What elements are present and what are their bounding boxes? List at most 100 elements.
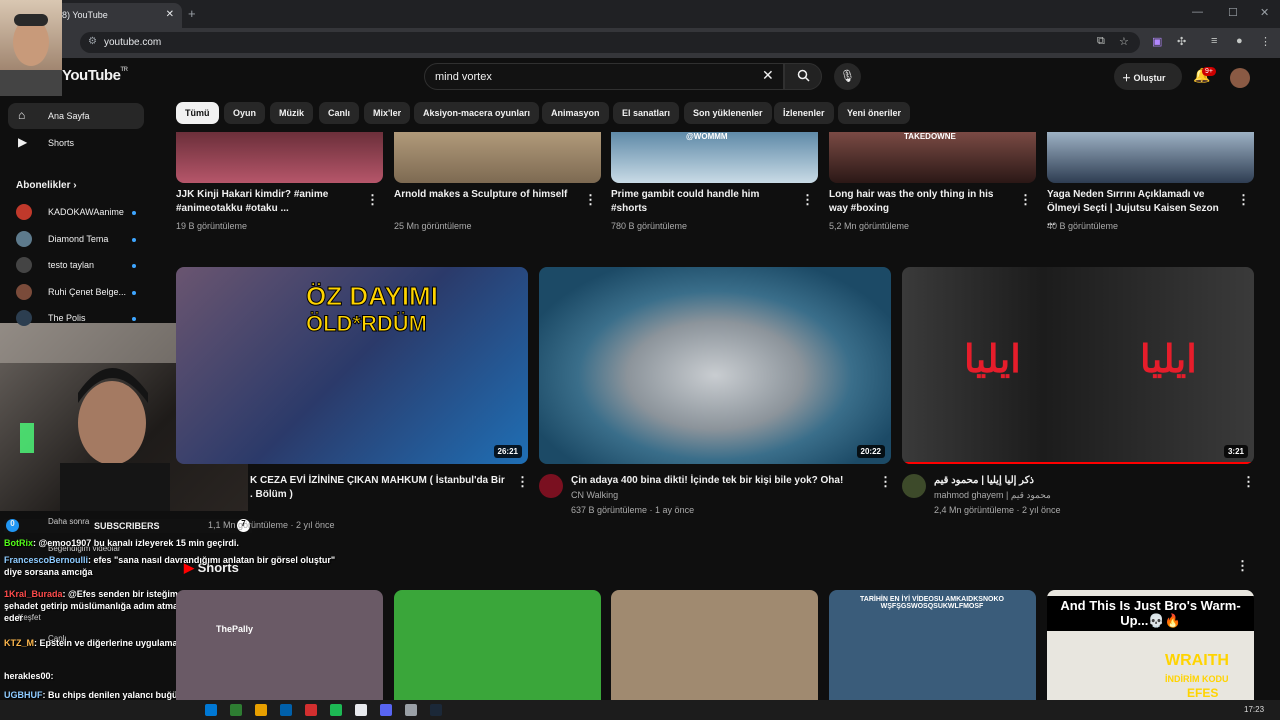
video-menu-icon[interactable]: ⋮ (879, 474, 892, 490)
video-thumbnail[interactable] (394, 132, 601, 183)
video-thumbnail[interactable] (1047, 132, 1254, 183)
avatar[interactable] (1230, 68, 1250, 88)
youtube-logo[interactable]: YouTubeTR (62, 67, 128, 84)
browser-tab[interactable]: 8) YouTube ✕ (52, 3, 182, 28)
short-thumbnail[interactable]: ThePally (176, 590, 383, 700)
maximize-button[interactable]: ☐ (1228, 6, 1238, 19)
channel-avatar[interactable] (539, 474, 563, 498)
chip-4[interactable]: Mix'ler (364, 102, 411, 124)
video-title[interactable]: Prime gambit could handle him #shorts (611, 188, 791, 216)
chip-5[interactable]: Aksiyon-macera oyunları (414, 102, 540, 124)
subscription-name: testo taylan (48, 260, 95, 270)
video-title[interactable]: K CEZA EVİ İZİNİNE ÇIKAN MAHKUM ( İstanb… (250, 474, 505, 502)
chat-username: FrancescoBernoulli (4, 555, 89, 565)
taskbar-app-icon[interactable] (305, 704, 317, 716)
browser-menu-icon[interactable]: ⋮ (1260, 35, 1271, 48)
short-thumbnail[interactable]: TARİHİN EN İYİ VİDEOSU AMKAIDKSNOKO WŞFŞ… (829, 590, 1036, 700)
short-overlay-text: And This Is Just Bro's Warm-Up...💀🔥 (1047, 596, 1254, 631)
chip-0[interactable]: Tümü (176, 102, 219, 124)
video-title[interactable]: JJK Kinji Hakari kimdir? #anime #animeot… (176, 188, 356, 216)
watch-progress-bar (902, 462, 1254, 464)
video-title[interactable]: ذكر إليا إيليا | محمود قيم (934, 474, 1234, 488)
channel-name[interactable]: CN Walking (571, 490, 618, 500)
install-app-icon[interactable]: ⧉ (1097, 35, 1105, 48)
video-thumbnail[interactable]: @WOMMM (611, 132, 818, 183)
mic-icon: 🎙 (839, 69, 856, 83)
url-text: youtube.com (104, 37, 162, 48)
video-thumbnail[interactable]: ÖZ DAYIMI ÖLD*RDÜM 26:21 (176, 267, 528, 464)
video-thumbnail[interactable] (176, 132, 383, 183)
sidebar-item-shorts[interactable]: ▶ Shorts (8, 130, 144, 156)
taskbar-app-icon[interactable] (380, 704, 392, 716)
video-menu-icon[interactable]: ⋮ (584, 192, 597, 208)
chip-8[interactable]: Son yüklenenler (684, 102, 772, 124)
video-meta: 1,1 Mn görüntüleme · 2 yıl önce (208, 520, 335, 530)
video-meta: 19 B görüntüleme (176, 221, 248, 231)
profile-icon[interactable]: ● (1236, 35, 1243, 47)
taskbar-app-icon[interactable] (330, 704, 342, 716)
subscription-item[interactable]: KADOKAWAanime (16, 203, 146, 223)
tab-close-icon[interactable]: ✕ (166, 9, 174, 20)
short-thumbnail[interactable]: And This Is Just Bro's Warm-Up...💀🔥 WRAIT… (1047, 590, 1254, 700)
video-menu-icon[interactable]: ⋮ (801, 192, 814, 208)
video-thumbnail[interactable]: ايليا ايليا 3:21 (902, 267, 1254, 464)
subscriptions-header[interactable]: Abonelikler › (16, 180, 77, 191)
site-info-icon[interactable]: ⚙ (88, 36, 97, 47)
taskbar-app-icon[interactable] (205, 704, 217, 716)
video-title[interactable]: Çin adaya 400 bina dikti! İçinde tek bir… (571, 474, 871, 488)
minimize-button[interactable]: — (1192, 6, 1203, 18)
short-thumbnail[interactable] (611, 590, 818, 700)
taskbar-app-icon[interactable] (355, 704, 367, 716)
taskbar-app-icon[interactable] (280, 704, 292, 716)
chip-7[interactable]: El sanatları (613, 102, 680, 124)
channel-name[interactable]: mahmod ghayem | محمود قيم (934, 490, 1051, 501)
video-title[interactable]: Long hair was the only thing in his way … (829, 188, 1009, 216)
new-tab-button[interactable]: + (188, 6, 196, 21)
shorts-menu-icon[interactable]: ⋮ (1236, 558, 1249, 574)
chip-1[interactable]: Oyun (224, 102, 266, 124)
video-menu-icon[interactable]: ⋮ (516, 474, 529, 490)
channel-avatar (16, 257, 32, 273)
sidebar-item-home[interactable]: ⌂ Ana Sayfa (8, 103, 144, 129)
video-title[interactable]: Arnold makes a Sculpture of himself (394, 188, 574, 202)
close-icon[interactable]: ✕ (762, 67, 774, 84)
chip-9[interactable]: İzlenenler (774, 102, 834, 124)
search-icon (797, 69, 810, 82)
video-menu-icon[interactable]: ⋮ (1237, 192, 1250, 208)
video-thumbnail[interactable]: 20:22 (539, 267, 891, 464)
live-dot-icon (132, 290, 136, 295)
taskbar-app-icon[interactable] (230, 704, 242, 716)
mic-button[interactable]: 🎙 (834, 63, 861, 90)
subscription-item[interactable]: The Polis (16, 309, 146, 329)
logo-region: TR (120, 67, 128, 73)
search-button[interactable] (784, 63, 822, 90)
subscription-item[interactable]: Ruhi Çenet Belge... (16, 283, 146, 303)
taskbar-app-icon[interactable] (405, 704, 417, 716)
live-dot-icon (132, 211, 136, 215)
bookmark-star-icon[interactable]: ☆ (1119, 35, 1129, 48)
video-menu-icon[interactable]: ⋮ (1242, 474, 1255, 490)
chip-10[interactable]: Yeni öneriler (838, 102, 911, 124)
create-button[interactable]: ＋ Oluştur (1114, 63, 1182, 90)
close-window-button[interactable]: ✕ (1260, 6, 1269, 19)
taskbar-app-icon[interactable] (255, 704, 267, 716)
channel-avatar[interactable] (902, 474, 926, 498)
chip-2[interactable]: Müzik (270, 102, 314, 124)
extensions-puzzle-icon[interactable]: ✣ (1177, 35, 1186, 48)
short-thumbnail[interactable] (394, 590, 601, 700)
chip-6[interactable]: Animasyon (542, 102, 609, 124)
video-meta: 40 B görüntüleme (1047, 221, 1119, 231)
taskbar-app-icon[interactable] (430, 704, 442, 716)
search-input[interactable]: mind vortex (424, 63, 784, 90)
chat-text: : @emoo1907 bu kanalı izleyerek 15 min g… (33, 538, 239, 548)
subscription-item[interactable]: Diamond Tema (16, 230, 146, 250)
media-control-icon[interactable]: ≡ (1211, 35, 1217, 47)
subscription-item[interactable]: testo taylan (16, 256, 146, 276)
video-meta: 5,2 Mn görüntüleme (829, 221, 910, 231)
chip-3[interactable]: Canlı (319, 102, 360, 124)
extension-icon[interactable]: ▣ (1152, 35, 1162, 48)
video-thumbnail[interactable]: TAKEDOWNE (829, 132, 1036, 183)
url-input[interactable]: ⚙ youtube.com (80, 32, 1140, 53)
video-menu-icon[interactable]: ⋮ (1019, 192, 1032, 208)
video-menu-icon[interactable]: ⋮ (366, 192, 379, 208)
